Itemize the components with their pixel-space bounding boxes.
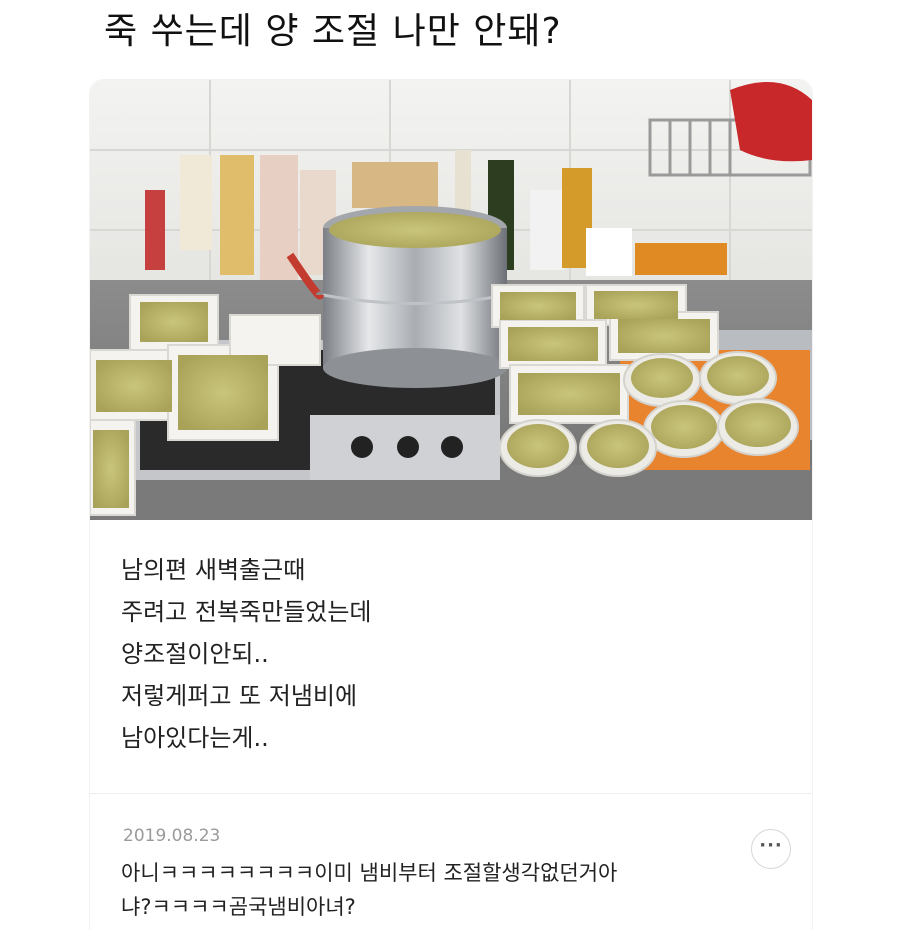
comment-line: 냐?ㅋㅋㅋㅋ곰국냄비아녀? bbox=[121, 895, 356, 919]
post-body-line: 양조절이안되.. bbox=[121, 640, 269, 668]
post-body-line: 남아있다는게.. bbox=[121, 724, 269, 752]
post-body-line: 남의편 새벽출근때 bbox=[121, 556, 306, 584]
post-body: 남의편 새벽출근때 주려고 전복죽만들었는데 양조절이안되.. 저렇게퍼고 또 … bbox=[121, 549, 781, 759]
more-icon: ··· bbox=[759, 835, 783, 856]
post-body-line: 주려고 전복죽만들었는데 bbox=[121, 598, 372, 626]
post-card: 남의편 새벽출근때 주려고 전복죽만들었는데 양조절이안되.. 저렇게퍼고 또 … bbox=[90, 80, 812, 930]
divider bbox=[90, 793, 812, 794]
page-title: 죽 쑤는데 양 조절 나만 안돼? bbox=[104, 11, 562, 52]
more-options-button[interactable]: ··· bbox=[751, 829, 791, 869]
comment-line: 아니ㅋㅋㅋㅋㅋㅋㅋㅋ이미 냄비부터 조절할생각없던거아 bbox=[121, 861, 618, 885]
comment-text: 아니ㅋㅋㅋㅋㅋㅋㅋㅋ이미 냄비부터 조절할생각없던거아 냐?ㅋㅋㅋㅋ곰국냄비아녀… bbox=[121, 856, 741, 924]
comment-date: 2019.08.23 bbox=[123, 826, 221, 846]
post-body-line: 저렇게퍼고 또 저냄비에 bbox=[121, 682, 358, 710]
kitchen-photo bbox=[90, 80, 812, 520]
